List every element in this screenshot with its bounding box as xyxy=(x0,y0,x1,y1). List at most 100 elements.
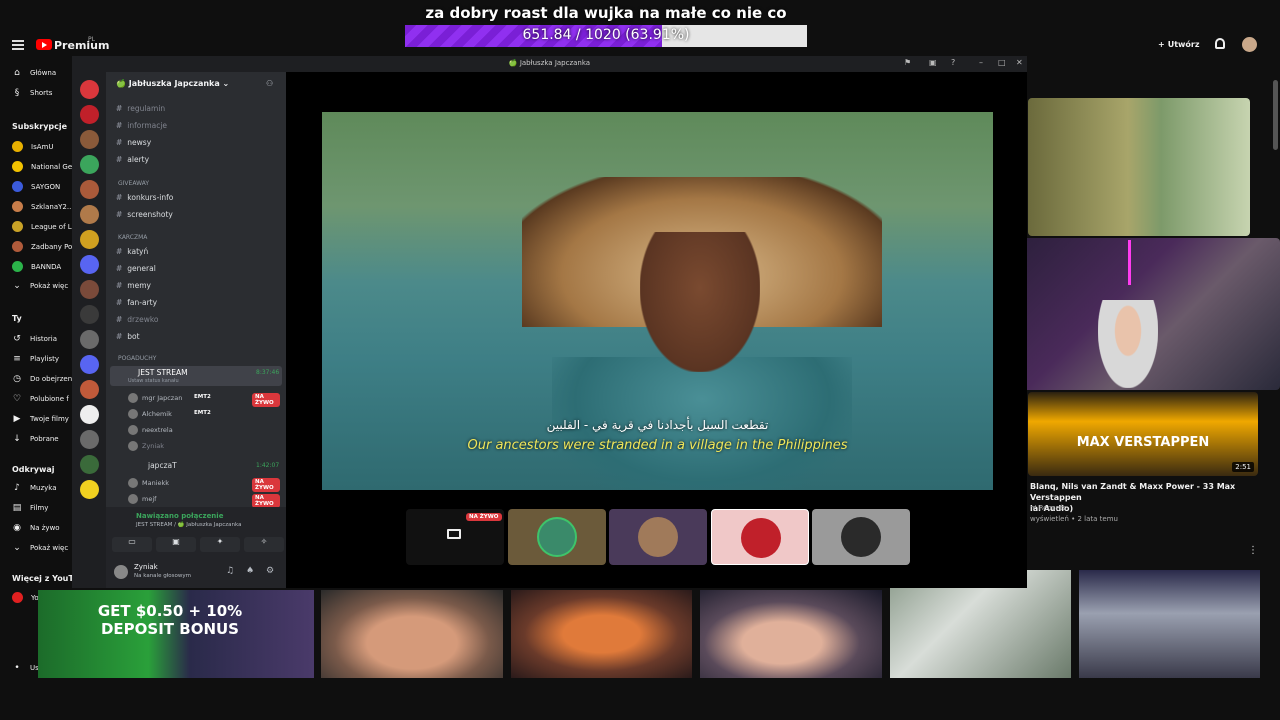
server-icon[interactable] xyxy=(80,330,99,349)
video-thumbnail[interactable] xyxy=(511,590,692,678)
inbox-icon[interactable]: ⚑ xyxy=(904,58,911,67)
channel-item[interactable]: # general xyxy=(116,264,156,273)
youtube-logo-icon[interactable] xyxy=(36,39,52,50)
video-thumbnail[interactable] xyxy=(1028,98,1250,236)
sidebar-item[interactable]: ▤ Filmy xyxy=(12,503,72,513)
server-icon[interactable] xyxy=(80,155,99,174)
gear-icon[interactable]: ⚙ xyxy=(266,566,274,576)
sidebar-item[interactable]: ◉ Na żywo xyxy=(12,523,72,533)
mic-icon[interactable]: ♫ xyxy=(226,566,234,576)
sidebar-item[interactable]: ⌄ Pokaż więc xyxy=(12,543,72,553)
sidebar-item[interactable]: ▶ Twoje filmy xyxy=(12,414,72,424)
participant-tile-screen[interactable]: NA ŻYWO xyxy=(406,509,504,565)
participant-tile[interactable] xyxy=(508,509,606,565)
create-button[interactable]: + Utwórz xyxy=(1158,37,1204,52)
sidebar-item[interactable]: § Shorts xyxy=(12,88,72,98)
channel-item[interactable]: # newsy xyxy=(116,138,151,147)
participant-tile[interactable] xyxy=(609,509,707,565)
video-channel[interactable]: n' Records xyxy=(1030,504,1066,512)
channel-item[interactable]: # fan-arty xyxy=(116,298,157,307)
server-icon[interactable] xyxy=(80,430,99,449)
sidebar-item[interactable]: ↓ Pobrane xyxy=(12,434,72,444)
server-icon[interactable] xyxy=(80,255,99,274)
category-pogaduchy[interactable]: POGADUCHY xyxy=(118,355,156,362)
notifications-bell-icon[interactable] xyxy=(1215,38,1225,49)
sidebar-item[interactable]: SAYGON xyxy=(12,181,72,192)
server-icon[interactable] xyxy=(80,355,99,374)
participant-tile[interactable] xyxy=(812,509,910,565)
close-icon[interactable]: ✕ xyxy=(1016,58,1023,67)
channel-item[interactable]: # screenshoty xyxy=(116,210,173,219)
channel-item[interactable]: # drzewko xyxy=(116,315,159,324)
maximize-icon[interactable]: □ xyxy=(998,58,1006,67)
sidebar-item[interactable]: ⌄ Pokaż więc xyxy=(12,281,72,291)
voice-user[interactable]: mgr Japczan EMT2 NA ŻYWO xyxy=(128,392,280,407)
channel-item[interactable]: # katyń xyxy=(116,247,148,256)
help-icon[interactable]: ? xyxy=(951,58,955,67)
camera-icon[interactable]: ▭ xyxy=(112,537,152,552)
server-icon[interactable] xyxy=(80,380,99,399)
stream-video[interactable]: تقطعت السبل بأجدادنا في قرية في - الفلبي… xyxy=(322,112,993,490)
voice-user[interactable]: Maniekk NA ŻYWO xyxy=(128,477,280,492)
channel-item[interactable]: # bot xyxy=(116,332,140,341)
video-thumbnail-max-verstappen[interactable]: MAX VERSTAPPEN 2:51 xyxy=(1028,392,1258,476)
invite-icon[interactable]: ⚇ xyxy=(266,79,273,88)
page-scrollbar[interactable] xyxy=(1273,80,1278,150)
voice-user[interactable]: Alchemik EMT2 xyxy=(128,408,280,420)
server-icon[interactable] xyxy=(80,130,99,149)
server-icon[interactable] xyxy=(80,80,99,99)
connection-detail[interactable]: JEST STREAM / 🍏 Jabłuszka Japczanka xyxy=(136,522,242,528)
sidebar-item[interactable]: SzklanaY2... xyxy=(12,201,72,212)
channel-item[interactable]: # memy xyxy=(116,281,151,290)
video-thumbnail[interactable] xyxy=(1079,570,1260,678)
headphones-icon[interactable]: ♠ xyxy=(246,566,254,576)
server-icon[interactable] xyxy=(80,305,99,324)
section-you[interactable]: Ty xyxy=(12,314,22,323)
sidebar-item[interactable]: ◷ Do obejrzen xyxy=(12,374,72,384)
channel-item[interactable]: # alerty xyxy=(116,155,149,164)
sidebar-item[interactable]: BANNDA xyxy=(12,261,72,272)
channel-item[interactable]: # regulamin xyxy=(116,104,165,113)
popout-icon[interactable]: ▣ xyxy=(929,58,937,67)
category-giveaway[interactable]: GIVEAWAY xyxy=(118,180,149,187)
server-icon[interactable] xyxy=(80,205,99,224)
server-icon[interactable] xyxy=(80,230,99,249)
soundboard-icon[interactable]: ✧ xyxy=(244,537,284,552)
server-icon[interactable] xyxy=(80,105,99,124)
video-thumbnail[interactable] xyxy=(700,590,882,678)
voice-channel-japczat[interactable]: japczaT 1:42:07 xyxy=(110,459,282,473)
sidebar-item[interactable]: National Ge xyxy=(12,161,72,172)
channel-item[interactable]: # konkurs-info xyxy=(116,193,173,202)
section-subscriptions[interactable]: Subskrypcje xyxy=(12,122,67,131)
server-icon[interactable] xyxy=(80,405,99,424)
more-options-icon[interactable]: ⋮ xyxy=(1248,545,1258,556)
sidebar-item[interactable]: ♪ Muzyka xyxy=(12,483,72,493)
user-avatar[interactable] xyxy=(114,565,128,579)
ad-thumbnail[interactable]: GET $0.50 + 10% DEPOSIT BONUS xyxy=(38,590,314,678)
voice-user[interactable]: neextrela xyxy=(128,424,280,436)
category-karczma[interactable]: KARCZMA xyxy=(118,234,147,241)
sidebar-item[interactable]: Zadbany Po xyxy=(12,241,72,252)
server-icon[interactable] xyxy=(80,280,99,299)
server-icon[interactable] xyxy=(80,480,99,499)
server-name[interactable]: 🍏 Jabłuszka Japczanka ⌄ xyxy=(116,79,229,88)
account-avatar[interactable] xyxy=(1242,37,1257,52)
voice-user[interactable]: Zyniak xyxy=(128,440,280,452)
server-icon[interactable] xyxy=(80,455,99,474)
channel-item[interactable]: # informacje xyxy=(116,121,167,130)
voice-user[interactable]: mejf NA ŻYWO xyxy=(128,493,280,508)
sidebar-item[interactable]: ⌂ Główna xyxy=(12,68,72,78)
video-thumbnail[interactable] xyxy=(321,590,503,678)
sidebar-item[interactable]: ↺ Historia xyxy=(12,334,72,344)
participant-tile[interactable] xyxy=(711,509,809,565)
sidebar-item[interactable]: ≡ Playlisty xyxy=(12,354,72,364)
menu-icon[interactable] xyxy=(12,40,24,50)
server-icon[interactable] xyxy=(80,180,99,199)
screen-share-icon[interactable]: ▣ xyxy=(156,537,196,552)
sidebar-item[interactable]: ♡ Polubione f xyxy=(12,394,72,404)
voice-channel-jest-stream[interactable]: JEST STREAM 8:37:46 Ustaw status kanału xyxy=(110,366,282,386)
sidebar-item[interactable]: IsAmU xyxy=(12,141,72,152)
voice-status[interactable]: Ustaw status kanału xyxy=(128,378,179,384)
sidebar-item[interactable]: League of L xyxy=(12,221,72,232)
activities-icon[interactable]: ✦ xyxy=(200,537,240,552)
